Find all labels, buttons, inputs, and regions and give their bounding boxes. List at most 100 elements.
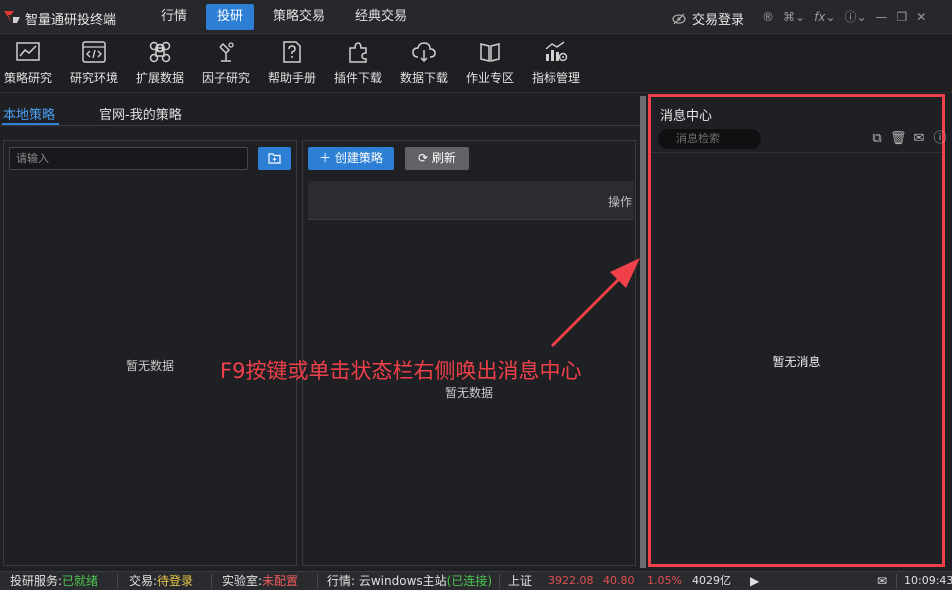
nav-tab-market[interactable]: 行情 xyxy=(150,4,198,30)
play-icon[interactable]: ▶ xyxy=(750,572,759,590)
index-volume: 4029亿 xyxy=(692,574,731,587)
book-icon xyxy=(480,43,500,62)
research-service-status[interactable]: 投研服务:已就绪 xyxy=(10,572,98,590)
status-bar: 投研服务:已就绪 交易:待登录 实验室:未配置 行情: 云windows主站(已… xyxy=(0,571,952,590)
flask-icon xyxy=(219,42,234,62)
research-service-value: 已就绪 xyxy=(62,574,99,588)
tool-factor-research[interactable]: 因子研究 xyxy=(202,39,250,86)
refresh-icon: ⟳ xyxy=(418,151,432,165)
message-center-panel: 消息中心 消息检索 ⧉ 🗑 ✉ ⓘ 暂无消息 xyxy=(648,94,947,567)
new-folder-button[interactable] xyxy=(258,147,291,170)
create-strategy-button[interactable]: ＋ 创建策略 xyxy=(308,147,394,170)
nav-tab-strategy-trading[interactable]: 策略交易 xyxy=(262,4,336,30)
table-header: 操作 xyxy=(308,181,634,220)
cloud-download-icon xyxy=(412,42,436,63)
research-service-label: 投研服务: xyxy=(10,574,63,588)
tool-data-download[interactable]: 数据下载 xyxy=(400,39,448,86)
folder-icon xyxy=(268,153,281,164)
create-strategy-label: 创建策略 xyxy=(334,151,383,165)
tool-label: 作业专区 xyxy=(466,71,515,85)
lab-status-value: 未配置 xyxy=(262,574,299,588)
divider xyxy=(211,574,212,589)
refresh-button[interactable]: ⟳ 刷新 xyxy=(405,147,469,170)
minimize-icon[interactable]: — xyxy=(876,8,888,26)
tool-label: 因子研究 xyxy=(202,71,251,85)
tool-help-manual[interactable]: 帮助手册 xyxy=(268,39,316,86)
tool-homework[interactable]: 作业专区 xyxy=(466,39,514,86)
index-percent: 1.05% xyxy=(647,574,682,587)
tool-strategy-research[interactable]: 策略研究 xyxy=(4,39,52,86)
divider xyxy=(499,574,500,589)
tab-local-strategy[interactable]: 本地策略 xyxy=(3,104,55,123)
title-bar: 智量通研投终端 行情 投研 策略交易 经典交易 交易登录 ® ⌘⌄ fx⌄ ⓘ⌄… xyxy=(0,0,952,34)
strategy-search-input[interactable]: 请输入 xyxy=(9,147,248,170)
index-price: 3922.08 xyxy=(548,574,594,587)
trade-status-label: 交易: xyxy=(129,574,158,588)
index-change: 40.80 xyxy=(603,574,635,587)
strategy-tree-box: 请输入 暂无数据 xyxy=(3,140,297,566)
help-doc-icon xyxy=(283,41,301,63)
plus-icon: ＋ xyxy=(319,151,335,165)
message-search-input[interactable]: 消息检索 xyxy=(658,129,761,149)
tool-label: 帮助手册 xyxy=(268,71,317,85)
help-icon[interactable]: ⓘ⌄ xyxy=(844,8,866,26)
divider xyxy=(317,574,318,589)
lab-status-label: 实验室: xyxy=(222,574,263,588)
help-icon[interactable]: ⓘ xyxy=(932,131,948,147)
app-logo-icon xyxy=(4,11,20,23)
command-icon xyxy=(149,41,171,63)
nav-tab-research[interactable]: 投研 xyxy=(206,4,255,30)
lab-status[interactable]: 实验室:未配置 xyxy=(222,572,298,590)
trade-status-value: 待登录 xyxy=(157,574,194,588)
tool-research-env[interactable]: 研究环境 xyxy=(70,39,118,86)
trade-login-label: 交易登录 xyxy=(692,13,745,28)
annotation-arrow-icon xyxy=(550,258,640,348)
message-envelope-icon[interactable]: ✉ xyxy=(877,572,887,590)
annotation-text: F9按键或单击状态栏右侧唤出消息中心 xyxy=(220,359,582,383)
tool-bar: 策略研究 研究环境 扩展数据 因子研究 帮助手册 插件下载 数据下载 作业专区 xyxy=(0,35,952,93)
strategy-tabs: 本地策略 官网-我的策略 xyxy=(0,96,640,126)
code-icon xyxy=(82,41,106,63)
tool-label: 指标管理 xyxy=(532,71,581,85)
quote-status[interactable]: 行情: 云windows主站(已连接) xyxy=(327,572,492,590)
message-actions: ⧉ 🗑 ✉ ⓘ xyxy=(869,131,952,147)
eye-off-icon xyxy=(672,13,686,24)
nav-tab-classic-trading[interactable]: 经典交易 xyxy=(344,4,418,30)
fx-label: fx xyxy=(814,10,826,24)
fx-icon[interactable]: fx⌄ xyxy=(814,8,835,26)
active-tab-underline xyxy=(2,123,59,125)
tool-label: 插件下载 xyxy=(334,71,383,85)
close-icon[interactable]: ✕ xyxy=(916,8,926,26)
restore-icon[interactable]: ❐ xyxy=(897,8,908,26)
window-controls: ® ⌘⌄ fx⌄ ⓘ⌄ — ❐ ✕ xyxy=(762,8,935,26)
tab-official-my-strategy[interactable]: 官网-我的策略 xyxy=(99,104,182,123)
grid-icon[interactable]: ⌘⌄ xyxy=(783,8,805,26)
refresh-label: 刷新 xyxy=(431,151,456,165)
clock-time: 10:09:43 xyxy=(904,574,952,587)
tool-label: 数据下载 xyxy=(400,71,449,85)
divider xyxy=(117,574,118,589)
tool-label: 策略研究 xyxy=(4,71,53,85)
trade-status[interactable]: 交易:待登录 xyxy=(129,572,193,590)
trade-login-button[interactable]: 交易登录 xyxy=(672,9,744,28)
tool-label: 研究环境 xyxy=(70,71,119,85)
copy-icon[interactable]: ⧉ xyxy=(869,131,885,147)
divider xyxy=(896,574,897,589)
indicator-settings-icon xyxy=(545,41,568,62)
tool-indicator-manage[interactable]: 指标管理 xyxy=(532,39,580,86)
register-icon[interactable]: ® xyxy=(762,8,774,26)
puzzle-icon xyxy=(349,42,367,63)
message-empty-state: 暂无消息 xyxy=(772,355,821,369)
trash-icon[interactable]: 🗑 xyxy=(890,131,907,147)
tool-extended-data[interactable]: 扩展数据 xyxy=(136,39,184,86)
quote-status-label: 行情: 云windows主站 xyxy=(327,574,447,588)
quote-status-value: (已连接) xyxy=(446,574,493,588)
empty-state-right: 暂无数据 xyxy=(444,386,493,400)
tool-label: 扩展数据 xyxy=(136,71,185,85)
tool-plugin-download[interactable]: 插件下载 xyxy=(334,39,382,86)
message-center-title: 消息中心 xyxy=(660,109,713,124)
column-header-operation: 操作 xyxy=(607,195,632,209)
mail-icon[interactable]: ✉ xyxy=(911,131,927,147)
main-nav: 行情 投研 策略交易 经典交易 xyxy=(150,4,426,30)
index-name[interactable]: 上证 xyxy=(508,572,532,590)
